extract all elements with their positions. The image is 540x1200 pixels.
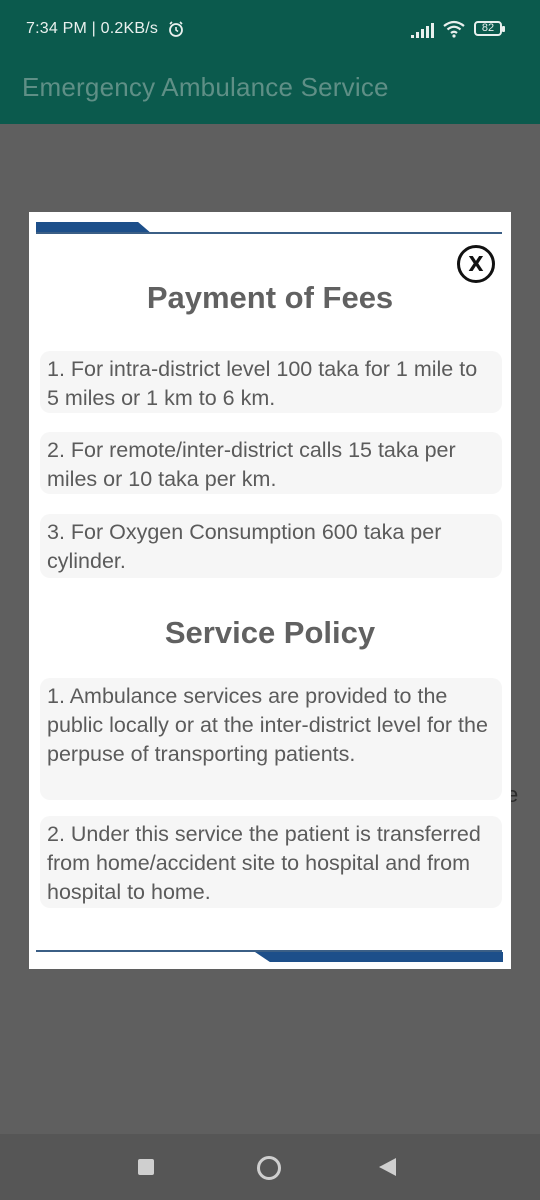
decorative-bottom-bar bbox=[255, 952, 503, 962]
fee-item: 3. For Oxygen Consumption 600 taka per c… bbox=[40, 514, 502, 578]
recents-icon[interactable] bbox=[138, 1159, 154, 1175]
policy-item: 1. Ambulance services are provided to th… bbox=[40, 678, 502, 800]
signal-icon bbox=[411, 23, 434, 38]
navigation-bar bbox=[0, 1134, 540, 1200]
alarm-icon bbox=[169, 21, 183, 37]
decorative-top-line bbox=[36, 232, 502, 234]
fee-item: 1. For intra-district level 100 taka for… bbox=[40, 351, 502, 413]
home-icon[interactable] bbox=[257, 1156, 281, 1180]
status-time: 7:34 PM | 0.2KB/s bbox=[26, 20, 159, 37]
battery-icon: 82 bbox=[474, 21, 505, 36]
policy-heading: Service Policy bbox=[164, 615, 376, 650]
back-icon[interactable] bbox=[379, 1158, 396, 1176]
app-title: Emergency Ambulance Service bbox=[22, 72, 389, 102]
decorative-bottom-line bbox=[36, 950, 502, 952]
info-dialog: X Payment of Fees 1. For intra-district … bbox=[29, 212, 511, 969]
fee-item: 2. For remote/inter-district calls 15 ta… bbox=[40, 432, 502, 494]
fees-heading: Payment of Fees bbox=[146, 280, 394, 315]
app-bar: Emergency Ambulance Service bbox=[0, 60, 540, 124]
policy-item: 2. Under this service the patient is tra… bbox=[40, 816, 502, 908]
status-bar: 7:34 PM | 0.2KB/s 82 bbox=[0, 0, 540, 60]
wifi-icon bbox=[443, 20, 465, 38]
close-button[interactable]: X bbox=[457, 245, 495, 283]
